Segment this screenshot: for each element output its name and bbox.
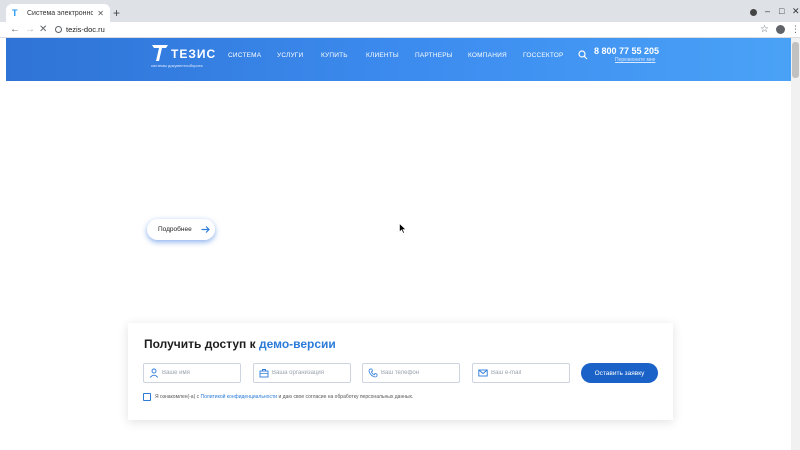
- stop-icon[interactable]: ✕: [39, 24, 47, 36]
- consent-text-after: и даю свое согласие на обработку персона…: [278, 394, 414, 400]
- browser-toolbar: ← → ✕ tezis-doc.ru ☆ ⋮: [0, 22, 800, 38]
- window-minimize-icon[interactable]: –: [765, 7, 770, 16]
- address-bar[interactable]: tezis-doc.ru: [66, 25, 105, 34]
- search-icon[interactable]: [578, 50, 588, 60]
- nav-item-services[interactable]: УСЛУГИ: [277, 52, 303, 59]
- email-field[interactable]: [472, 363, 570, 383]
- window-maximize-icon[interactable]: □: [779, 7, 784, 16]
- phone-field[interactable]: [362, 363, 460, 383]
- browser-tabstrip: T Система электронного до ✕ + – □ ✕: [0, 0, 800, 22]
- nav-item-clients[interactable]: КЛИЕНТЫ: [366, 52, 399, 59]
- logo-subtitle: системы документооборота: [151, 63, 203, 68]
- more-button-label: Подробнее: [158, 226, 192, 233]
- more-button[interactable]: Подробнее: [147, 219, 215, 240]
- site-favicon-icon: T: [12, 7, 18, 18]
- nav-item-company[interactable]: КОМПАНИЯ: [468, 52, 507, 59]
- demo-title-accent: демо-версии: [258, 337, 336, 351]
- demo-title-prefix: Получить доступ к: [144, 337, 256, 351]
- star-icon[interactable]: ☆: [760, 24, 769, 35]
- scrollbar-thumb[interactable]: [792, 42, 799, 78]
- consent-text: Я ознакомлен(-а) с Политикой конфиденциа…: [155, 394, 413, 400]
- new-tab-icon[interactable]: +: [113, 7, 120, 19]
- consent-text-before: Я ознакомлен(-а) с: [155, 394, 200, 400]
- privacy-policy-link[interactable]: Политикой конфиденциальности: [201, 394, 278, 400]
- arrow-right-icon: [201, 226, 210, 233]
- back-arrow-icon[interactable]: ←: [10, 24, 20, 36]
- callback-link[interactable]: Перезвоните мне: [615, 57, 655, 63]
- site-logo[interactable]: ТЕЗИС системы документооборота: [151, 43, 221, 73]
- consent-checkbox[interactable]: [143, 393, 151, 401]
- logo-text: ТЕЗИС: [171, 47, 217, 61]
- lock-icon[interactable]: [55, 26, 62, 33]
- window-record-icon: [750, 9, 757, 16]
- phone-icon: [368, 368, 378, 378]
- submit-request-button[interactable]: Оставить заявку: [581, 363, 658, 383]
- page-scrollbar[interactable]: [791, 38, 800, 450]
- tab-title: Система электронного до: [27, 9, 94, 17]
- name-field[interactable]: [143, 363, 241, 383]
- header-phone[interactable]: 8 800 77 55 205: [594, 46, 659, 56]
- nav-item-gov-sector[interactable]: ГОССЕКТОР: [523, 52, 564, 59]
- organization-input[interactable]: [272, 367, 348, 379]
- briefcase-icon: [259, 369, 269, 378]
- tab-close-icon[interactable]: ✕: [97, 9, 104, 18]
- page-viewport: ТЕЗИС системы документооборота СИСТЕМА У…: [0, 38, 800, 450]
- browser-tab[interactable]: T Система электронного до ✕: [6, 4, 110, 22]
- demo-request-form: Получить доступ к демо-версии Ваше имя В…: [128, 323, 673, 420]
- menu-kebab-icon[interactable]: ⋮: [791, 24, 800, 34]
- nav-item-system[interactable]: СИСТЕМА: [228, 52, 261, 59]
- profile-icon[interactable]: [776, 25, 785, 34]
- mail-icon: [478, 369, 488, 377]
- window-close-icon[interactable]: ✕: [792, 7, 800, 16]
- nav-item-partners[interactable]: ПАРТНЕРЫ: [415, 52, 453, 59]
- forward-arrow-icon[interactable]: →: [25, 24, 35, 36]
- email-input[interactable]: [491, 367, 567, 379]
- mouse-cursor-icon: [399, 223, 407, 234]
- name-input[interactable]: [162, 367, 238, 379]
- logo-mark-icon: [152, 45, 168, 61]
- phone-input[interactable]: [381, 367, 457, 379]
- site-header: ТЕЗИС системы документооборота СИСТЕМА У…: [6, 38, 791, 81]
- user-icon: [149, 368, 159, 378]
- organization-field[interactable]: [253, 363, 351, 383]
- demo-form-title: Получить доступ к демо-версии: [144, 337, 336, 351]
- nav-item-buy[interactable]: КУПИТЬ: [321, 52, 348, 59]
